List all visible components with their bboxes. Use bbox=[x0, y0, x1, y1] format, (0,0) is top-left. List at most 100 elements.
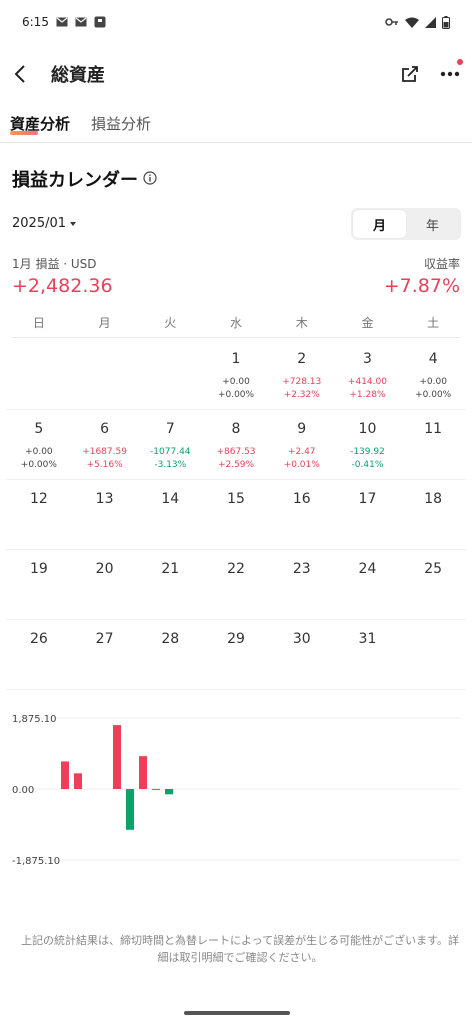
chart-bar-day-7 bbox=[126, 789, 134, 830]
disclaimer-note: 上記の統計結果は、締切時間と為替レートによって誤差が生じる可能性がございます。詳… bbox=[20, 934, 460, 964]
calendar-day-cell[interactable]: 8 +867.53 +2.59% bbox=[203, 410, 269, 479]
calendar-day-cell[interactable]: 4 +0.00 +0.00% bbox=[400, 340, 466, 409]
calendar-day-cell[interactable]: 26 bbox=[6, 620, 72, 689]
calendar-day-cell[interactable]: 19 bbox=[6, 550, 72, 619]
status-bar: 6:15 bbox=[0, 0, 472, 44]
calendar-day-cell[interactable]: 17 bbox=[335, 480, 401, 549]
back-button[interactable] bbox=[6, 54, 34, 94]
day-pl-percent: +5.16% bbox=[86, 460, 123, 470]
calendar-day-cell[interactable]: 31 bbox=[335, 620, 401, 689]
weekday-label: 日 bbox=[32, 316, 45, 330]
calendar-day-cell[interactable]: 12 bbox=[6, 480, 72, 549]
calendar-day-cell[interactable]: 24 bbox=[335, 550, 401, 619]
calendar-day-cell[interactable]: 25 bbox=[400, 550, 466, 619]
day-pl-percent: +1.28% bbox=[349, 390, 386, 400]
more-dots-icon bbox=[440, 71, 460, 77]
weekday-label: 土 bbox=[427, 316, 440, 330]
calendar-day-number: 29 bbox=[227, 631, 245, 647]
wifi-icon bbox=[405, 17, 419, 28]
chart-bar-day-2 bbox=[61, 761, 69, 789]
calendar-day-number: 27 bbox=[95, 631, 114, 647]
day-pl-amount: +414.00 bbox=[347, 377, 387, 387]
calendar-day-cell[interactable]: 2 +728.13 +2.32% bbox=[269, 340, 335, 409]
tab-asset-analysis[interactable]: 資産分析 bbox=[10, 113, 70, 134]
caret-down-icon bbox=[70, 222, 77, 226]
chart-bar-day-8 bbox=[139, 756, 147, 789]
calendar-day-cell bbox=[6, 340, 72, 409]
weekday-label: 火 bbox=[164, 316, 177, 330]
calendar-day-number: 16 bbox=[292, 491, 311, 507]
chart-y-tick-label: -1,875.10 bbox=[12, 856, 60, 867]
chart-bar-day-9 bbox=[152, 788, 160, 790]
calendar-day-number: 6 bbox=[100, 421, 110, 437]
calendar-day-number: 15 bbox=[227, 491, 245, 507]
calendar-day-pl: +728.13 +2.32% bbox=[269, 376, 335, 402]
calendar-day-cell[interactable]: 6 +1687.59 +5.16% bbox=[72, 410, 138, 479]
status-time: 6:15 bbox=[22, 15, 49, 29]
calendar-day-number: 14 bbox=[161, 491, 180, 507]
day-pl-amount: +0.00 bbox=[25, 447, 53, 457]
calendar-day-cell[interactable]: 7 -1077.44 -3.13% bbox=[137, 410, 203, 479]
calendar-day-cell[interactable]: 28 bbox=[137, 620, 203, 689]
calendar-day-cell[interactable]: 15 bbox=[203, 480, 269, 549]
calendar-day-cell bbox=[137, 340, 203, 409]
chart-y-tick-label: 1,875.10 bbox=[12, 714, 57, 725]
pl-value: +2,482.36 bbox=[12, 275, 113, 297]
calendar-day-number: 31 bbox=[358, 631, 377, 647]
day-pl-amount: +728.13 bbox=[282, 377, 322, 387]
calendar-day-cell[interactable]: 18 bbox=[400, 480, 466, 549]
calendar-day-number: 28 bbox=[161, 631, 180, 647]
day-pl-amount: -139.92 bbox=[350, 447, 385, 457]
toggle-year[interactable]: 年 bbox=[406, 210, 459, 238]
calendar-day-pl: +0.00 +0.00% bbox=[400, 376, 466, 402]
battery-icon bbox=[442, 15, 450, 29]
info-icon[interactable] bbox=[143, 171, 157, 185]
calendar-day-number: 12 bbox=[29, 491, 48, 507]
calendar-day-cell[interactable]: 3 +414.00 +1.28% bbox=[335, 340, 401, 409]
tab-pl-analysis[interactable]: 損益分析 bbox=[91, 113, 151, 134]
tab-bar: 資産分析 損益分析 bbox=[0, 108, 472, 143]
calendar-day-cell[interactable]: 14 bbox=[137, 480, 203, 549]
calendar-day-number: 1 bbox=[231, 351, 241, 367]
app-notification-icon bbox=[94, 16, 106, 28]
weekday-header: 日 月 火 水 木 金 土 bbox=[6, 314, 466, 331]
calendar-day-cell[interactable]: 20 bbox=[72, 550, 138, 619]
calendar-day-number: 2 bbox=[297, 351, 307, 367]
day-pl-percent: +0.00% bbox=[217, 390, 255, 400]
calendar-day-cell[interactable]: 22 bbox=[203, 550, 269, 619]
month-selector[interactable]: 2025/01 bbox=[12, 216, 77, 231]
calendar-day-cell[interactable]: 27 bbox=[72, 620, 138, 689]
calendar-day-number: 7 bbox=[165, 421, 175, 437]
month-selector-value: 2025/01 bbox=[12, 216, 67, 231]
calendar-week-row: 1 +0.00 +0.00% 2 +728.13 +2.32% 3 +414.00 +1.28%… bbox=[6, 340, 466, 410]
calendar-day-number: 21 bbox=[161, 561, 180, 577]
calendar-day-number: 23 bbox=[292, 561, 311, 577]
calendar-day-cell[interactable]: 16 bbox=[269, 480, 335, 549]
calendar-day-cell[interactable]: 1 +0.00 +0.00% bbox=[203, 340, 269, 409]
calendar-day-cell[interactable]: 23 bbox=[269, 550, 335, 619]
calendar-day-cell[interactable]: 10 -139.92 -0.41% bbox=[335, 410, 401, 479]
calendar-day-number: 18 bbox=[424, 491, 443, 507]
calendar-day-cell[interactable]: 13 bbox=[72, 480, 138, 549]
calendar-day-cell[interactable]: 29 bbox=[203, 620, 269, 689]
calendar-day-cell[interactable]: 21 bbox=[137, 550, 203, 619]
calendar-day-cell[interactable]: 5 +0.00 +0.00% bbox=[6, 410, 72, 479]
chart-svg: 1,875.10 0.00 -1,875.10 bbox=[12, 714, 460, 867]
app-bar: 総資産 bbox=[0, 52, 472, 96]
toggle-month[interactable]: 月 bbox=[353, 210, 406, 238]
calendar-day-cell[interactable]: 11 bbox=[400, 410, 466, 479]
home-indicator bbox=[184, 1011, 290, 1015]
calendar-day-pl: +414.00 +1.28% bbox=[335, 376, 401, 402]
share-button[interactable] bbox=[396, 60, 424, 88]
return-label: 収益率 bbox=[423, 257, 460, 271]
calendar-day-cell[interactable]: 30 bbox=[269, 620, 335, 689]
weekday-label: 木 bbox=[295, 316, 308, 330]
day-pl-percent: -0.41% bbox=[351, 460, 384, 470]
page-title: 総資産 bbox=[51, 65, 105, 86]
calendar-day-cell[interactable]: 9 +2.47 +0.01% bbox=[269, 410, 335, 479]
calendar-day-pl: +867.53 +2.59% bbox=[203, 446, 269, 472]
calendar-day-number: 3 bbox=[362, 351, 372, 367]
calendar-day-cell bbox=[400, 620, 466, 689]
calendar-day-number: 4 bbox=[428, 351, 438, 367]
pl-calendar: 1 +0.00 +0.00% 2 +728.13 +2.32% 3 +414.00 +1.28%… bbox=[6, 340, 466, 690]
